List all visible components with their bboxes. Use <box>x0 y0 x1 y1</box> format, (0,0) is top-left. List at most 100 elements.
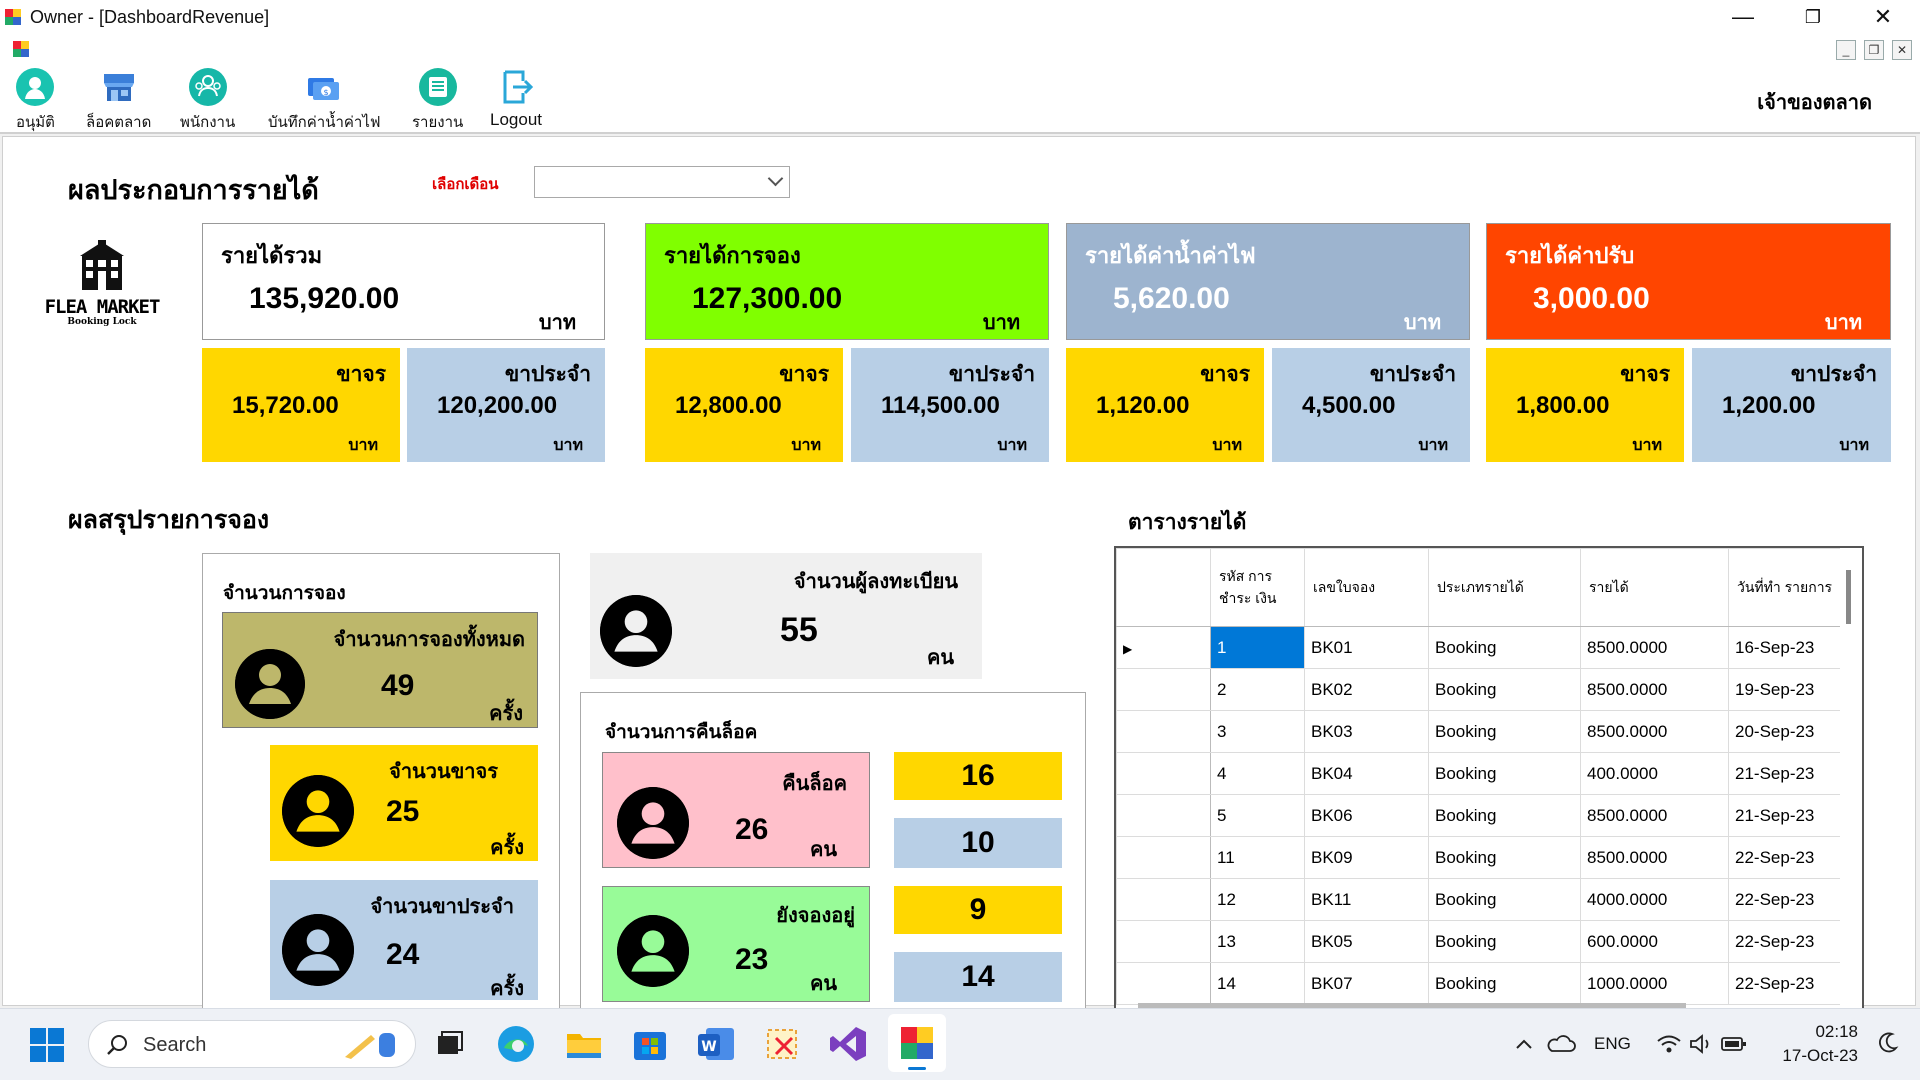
table-cell[interactable]: Booking <box>1428 878 1581 921</box>
table-cell[interactable]: 5 <box>1210 794 1305 837</box>
row-header[interactable] <box>1116 668 1211 711</box>
row-header[interactable] <box>1116 836 1211 879</box>
table-cell[interactable]: 400.0000 <box>1580 752 1729 795</box>
table-cell[interactable]: 2 <box>1210 668 1305 711</box>
row-header[interactable] <box>1116 752 1211 795</box>
table-cell[interactable]: 11 <box>1210 836 1305 879</box>
table-cell[interactable]: 8500.0000 <box>1580 626 1729 669</box>
visual-studio-icon[interactable] <box>828 1024 868 1064</box>
column-header[interactable]: รหัส การ ชำระ เงิน <box>1210 548 1305 627</box>
toolbar-staff[interactable]: พนักงาน <box>180 68 235 134</box>
table-cell[interactable]: 13 <box>1210 920 1305 963</box>
row-header[interactable] <box>1116 878 1211 921</box>
table-cell[interactable]: 22-Sep-23 <box>1728 836 1849 879</box>
table-cell[interactable]: BK04 <box>1304 752 1429 795</box>
table-cell[interactable]: BK09 <box>1304 836 1429 879</box>
table-cell[interactable]: BK07 <box>1304 962 1429 1005</box>
close-button[interactable]: ✕ <box>1852 0 1914 34</box>
row-header[interactable] <box>1116 794 1211 837</box>
wifi-icon[interactable] <box>1656 1032 1682 1056</box>
chevron-up-icon[interactable] <box>1512 1032 1536 1056</box>
active-app-button[interactable] <box>888 1014 946 1072</box>
table-cell[interactable]: BK01 <box>1304 626 1429 669</box>
onedrive-icon[interactable] <box>1546 1032 1576 1056</box>
table-cell[interactable]: 600.0000 <box>1580 920 1729 963</box>
taskbar-search[interactable]: Search <box>88 1020 416 1068</box>
table-cell[interactable]: Booking <box>1428 836 1581 879</box>
battery-icon[interactable] <box>1720 1032 1748 1056</box>
table-cell[interactable]: 22-Sep-23 <box>1728 878 1849 921</box>
table-cell[interactable]: 22-Sep-23 <box>1728 920 1849 963</box>
table-cell[interactable]: BK06 <box>1304 794 1429 837</box>
row-header[interactable] <box>1116 962 1211 1005</box>
table-row[interactable]: 13 BK05 Booking 600.0000 22-Sep-23 <box>1116 920 1849 963</box>
toolbar-logout[interactable]: Logout <box>490 68 542 130</box>
table-row[interactable]: 2 BK02 Booking 8500.0000 19-Sep-23 <box>1116 668 1849 711</box>
table-cell[interactable]: 16-Sep-23 <box>1728 626 1849 669</box>
table-cell[interactable]: 14 <box>1210 962 1305 1005</box>
table-cell[interactable]: 4 <box>1210 752 1305 795</box>
row-header[interactable]: ▶ <box>1116 626 1211 669</box>
table-cell[interactable]: BK05 <box>1304 920 1429 963</box>
table-cell[interactable]: 21-Sep-23 <box>1728 794 1849 837</box>
table-cell[interactable]: BK02 <box>1304 668 1429 711</box>
revenue-datagrid[interactable]: รหัส การ ชำระ เงิน เลขใบจอง ประเภทรายได้… <box>1114 546 1864 1010</box>
toolbar-approve[interactable]: อนุมัติ <box>16 68 55 134</box>
table-row[interactable]: ▶ 1 BK01 Booking 8500.0000 16-Sep-23 <box>1116 626 1849 669</box>
table-cell[interactable]: 22-Sep-23 <box>1728 962 1849 1005</box>
file-explorer-icon[interactable] <box>564 1024 604 1064</box>
toolbar-report[interactable]: รายงาน <box>412 68 463 134</box>
table-cell[interactable]: 8500.0000 <box>1580 836 1729 879</box>
column-header[interactable]: รายได้ <box>1580 548 1729 627</box>
row-header[interactable] <box>1116 710 1211 753</box>
table-cell[interactable]: Booking <box>1428 752 1581 795</box>
column-header[interactable]: เลขใบจอง <box>1304 548 1429 627</box>
row-header[interactable] <box>1116 920 1211 963</box>
table-cell[interactable]: 8500.0000 <box>1580 668 1729 711</box>
table-row[interactable]: 5 BK06 Booking 8500.0000 21-Sep-23 <box>1116 794 1849 837</box>
toolbar-market-lock[interactable]: ล็อคตลาด <box>86 68 151 134</box>
vertical-scrollbar[interactable] <box>1840 548 1862 1008</box>
table-row[interactable]: 11 BK09 Booking 8500.0000 22-Sep-23 <box>1116 836 1849 879</box>
table-cell[interactable]: 1 <box>1210 626 1305 669</box>
microsoft-store-icon[interactable] <box>630 1024 670 1064</box>
table-row[interactable]: 3 BK03 Booking 8500.0000 20-Sep-23 <box>1116 710 1849 753</box>
scrollbar-thumb[interactable] <box>1846 570 1851 624</box>
table-cell[interactable]: 8500.0000 <box>1580 710 1729 753</box>
table-row[interactable]: 12 BK11 Booking 4000.0000 22-Sep-23 <box>1116 878 1849 921</box>
table-cell[interactable]: Booking <box>1428 794 1581 837</box>
word-icon[interactable]: W <box>696 1024 736 1064</box>
table-cell[interactable]: 20-Sep-23 <box>1728 710 1849 753</box>
mdi-minimize-button[interactable]: _ <box>1836 40 1856 60</box>
do-not-disturb-icon[interactable] <box>1876 1030 1900 1056</box>
table-cell[interactable]: Booking <box>1428 668 1581 711</box>
minimize-button[interactable]: — <box>1712 0 1774 34</box>
table-cell[interactable]: Booking <box>1428 626 1581 669</box>
mdi-restore-button[interactable]: ❐ <box>1864 40 1884 60</box>
table-cell[interactable]: 4000.0000 <box>1580 878 1729 921</box>
volume-icon[interactable] <box>1688 1032 1714 1056</box>
clock-date[interactable]: 17-Oct-23 <box>1758 1046 1858 1066</box>
table-cell[interactable]: 3 <box>1210 710 1305 753</box>
start-button[interactable] <box>30 1028 64 1062</box>
maximize-button[interactable]: ❐ <box>1782 0 1844 34</box>
clock-time[interactable]: 02:18 <box>1778 1022 1858 1042</box>
table-cell[interactable]: Booking <box>1428 962 1581 1005</box>
mdi-close-button[interactable]: ✕ <box>1892 40 1912 60</box>
table-cell[interactable]: 21-Sep-23 <box>1728 752 1849 795</box>
column-header[interactable]: วันที่ทำ รายการ <box>1728 548 1849 627</box>
month-dropdown[interactable] <box>534 166 790 198</box>
table-cell[interactable]: Booking <box>1428 920 1581 963</box>
language-indicator[interactable]: ENG <box>1594 1034 1631 1054</box>
table-row[interactable]: 4 BK04 Booking 400.0000 21-Sep-23 <box>1116 752 1849 795</box>
table-cell[interactable]: 8500.0000 <box>1580 794 1729 837</box>
table-cell[interactable]: BK03 <box>1304 710 1429 753</box>
toolbar-utility-bill[interactable]: $ บันทึกค่าน้ำค่าไฟ <box>268 68 381 134</box>
table-row[interactable]: 14 BK07 Booking 1000.0000 22-Sep-23 <box>1116 962 1849 1005</box>
table-cell[interactable]: 19-Sep-23 <box>1728 668 1849 711</box>
task-view-icon[interactable] <box>430 1024 470 1064</box>
table-cell[interactable]: 12 <box>1210 878 1305 921</box>
column-header[interactable]: ประเภทรายได้ <box>1428 548 1581 627</box>
table-cell[interactable]: BK11 <box>1304 878 1429 921</box>
table-cell[interactable]: 1000.0000 <box>1580 962 1729 1005</box>
